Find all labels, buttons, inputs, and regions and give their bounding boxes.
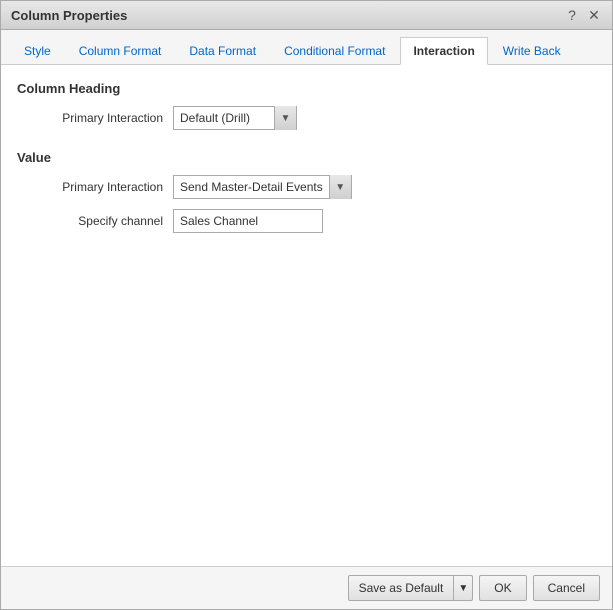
value-section: Value Primary Interaction Send Master-De…	[17, 150, 596, 233]
column-heading-primary-interaction-label: Primary Interaction	[33, 111, 163, 125]
value-select-arrow[interactable]: ▼	[329, 175, 351, 199]
specify-channel-label: Specify channel	[33, 214, 163, 228]
specify-channel-input[interactable]	[173, 209, 323, 233]
close-icon[interactable]: ✕	[586, 7, 602, 23]
value-primary-interaction-value: Send Master-Detail Events	[174, 178, 329, 196]
titlebar-icons: ? ✕	[564, 7, 602, 23]
cancel-button[interactable]: Cancel	[533, 575, 600, 601]
ok-button[interactable]: OK	[479, 575, 526, 601]
save-as-default-arrow[interactable]: ▼	[453, 575, 473, 601]
column-properties-dialog: Column Properties ? ✕ Style Column Forma…	[0, 0, 613, 610]
value-primary-interaction-select[interactable]: Send Master-Detail Events ▼	[173, 175, 352, 199]
help-icon[interactable]: ?	[564, 7, 580, 23]
column-heading-title: Column Heading	[17, 81, 596, 96]
column-heading-primary-interaction-select[interactable]: Default (Drill) ▼	[173, 106, 297, 130]
dialog-content: Column Heading Primary Interaction Defau…	[1, 65, 612, 566]
tab-conditional-format[interactable]: Conditional Format	[271, 37, 398, 65]
titlebar: Column Properties ? ✕	[1, 1, 612, 30]
tabs-bar: Style Column Format Data Format Conditio…	[1, 30, 612, 65]
save-as-default-button[interactable]: Save as Default	[348, 575, 454, 601]
tab-style[interactable]: Style	[11, 37, 64, 65]
save-as-default-wrapper: Save as Default ▼	[348, 575, 474, 601]
tab-interaction[interactable]: Interaction	[400, 37, 487, 65]
specify-channel-row: Specify channel	[33, 209, 596, 233]
dialog-footer: Save as Default ▼ OK Cancel	[1, 566, 612, 609]
value-primary-interaction-row: Primary Interaction Send Master-Detail E…	[33, 175, 596, 199]
column-heading-primary-interaction-value: Default (Drill)	[174, 109, 274, 127]
tab-data-format[interactable]: Data Format	[176, 37, 269, 65]
value-section-title: Value	[17, 150, 596, 165]
column-heading-select-arrow[interactable]: ▼	[274, 106, 296, 130]
dialog-title: Column Properties	[11, 8, 127, 23]
column-heading-section: Column Heading Primary Interaction Defau…	[17, 81, 596, 130]
value-primary-interaction-label: Primary Interaction	[33, 180, 163, 194]
tab-column-format[interactable]: Column Format	[66, 37, 175, 65]
column-heading-primary-interaction-row: Primary Interaction Default (Drill) ▼	[33, 106, 596, 130]
tab-write-back[interactable]: Write Back	[490, 37, 574, 65]
